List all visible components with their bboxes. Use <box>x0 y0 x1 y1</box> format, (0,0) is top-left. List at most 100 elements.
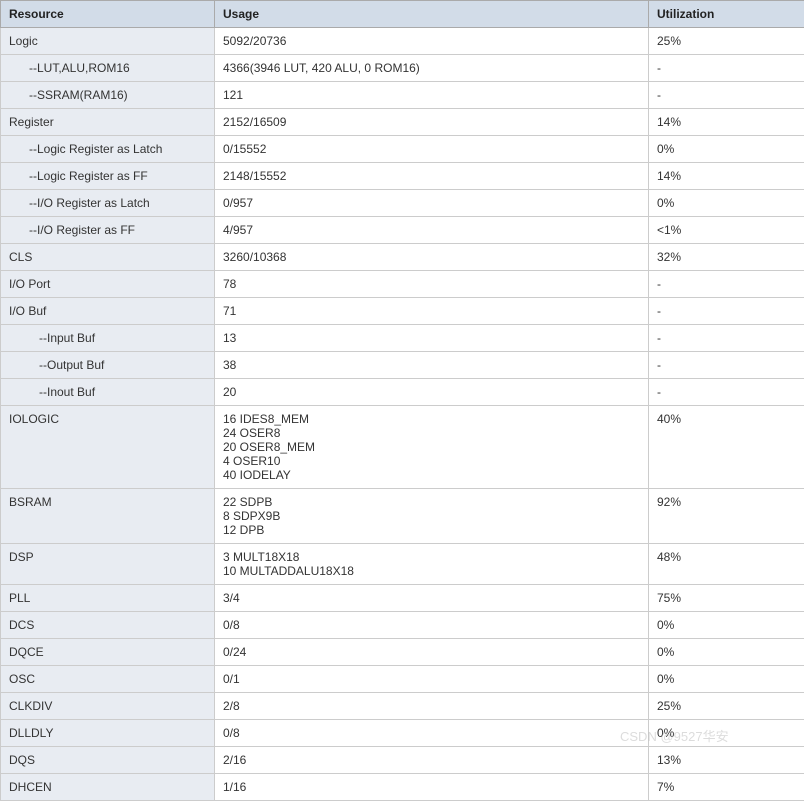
table-row: --I/O Register as Latch0/9570% <box>1 190 804 217</box>
resource-label: DLLDLY <box>9 726 53 740</box>
cell-resource: Logic <box>1 28 215 55</box>
cell-utilization: - <box>649 352 804 379</box>
cell-resource: DQCE <box>1 639 215 666</box>
table-body: Logic5092/2073625%--LUT,ALU,ROM164366(39… <box>1 28 804 801</box>
table-row: --Input Buf13- <box>1 325 804 352</box>
cell-utilization: 48% <box>649 544 804 585</box>
cell-usage: 38 <box>215 352 649 379</box>
header-usage: Usage <box>215 1 649 28</box>
cell-usage: 2148/15552 <box>215 163 649 190</box>
cell-usage: 20 <box>215 379 649 406</box>
table-row: DHCEN1/167% <box>1 774 804 801</box>
cell-resource: CLS <box>1 244 215 271</box>
cell-utilization: 75% <box>649 585 804 612</box>
cell-utilization: 7% <box>649 774 804 801</box>
resource-label: DSP <box>9 550 34 564</box>
cell-resource: DQS <box>1 747 215 774</box>
table-row: PLL3/475% <box>1 585 804 612</box>
resource-label: --Input Buf <box>9 331 95 345</box>
cell-usage: 0/1 <box>215 666 649 693</box>
cell-utilization: 25% <box>649 28 804 55</box>
cell-resource: --I/O Register as Latch <box>1 190 215 217</box>
cell-utilization: 0% <box>649 190 804 217</box>
resource-label: --SSRAM(RAM16) <box>9 88 128 102</box>
cell-usage: 5092/20736 <box>215 28 649 55</box>
cell-resource: --Inout Buf <box>1 379 215 406</box>
cell-utilization: 40% <box>649 406 804 489</box>
cell-usage: 3 MULT18X1810 MULTADDALU18X18 <box>215 544 649 585</box>
cell-utilization: 0% <box>649 720 804 747</box>
resource-label: --Inout Buf <box>9 385 95 399</box>
cell-usage: 0/957 <box>215 190 649 217</box>
table-row: --LUT,ALU,ROM164366(3946 LUT, 420 ALU, 0… <box>1 55 804 82</box>
cell-usage: 78 <box>215 271 649 298</box>
cell-resource: PLL <box>1 585 215 612</box>
cell-usage: 16 IDES8_MEM24 OSER820 OSER8_MEM4 OSER10… <box>215 406 649 489</box>
cell-utilization: 92% <box>649 489 804 544</box>
cell-utilization: 25% <box>649 693 804 720</box>
resource-label: IOLOGIC <box>9 412 59 426</box>
cell-usage: 2/16 <box>215 747 649 774</box>
resource-label: --Logic Register as Latch <box>9 142 162 156</box>
cell-usage: 13 <box>215 325 649 352</box>
cell-usage: 0/15552 <box>215 136 649 163</box>
table-row: BSRAM22 SDPB8 SDPX9B12 DPB92% <box>1 489 804 544</box>
cell-resource: IOLOGIC <box>1 406 215 489</box>
cell-usage: 0/8 <box>215 612 649 639</box>
cell-resource: DSP <box>1 544 215 585</box>
cell-resource: --SSRAM(RAM16) <box>1 82 215 109</box>
header-resource: Resource <box>1 1 215 28</box>
resource-label: --Logic Register as FF <box>9 169 148 183</box>
cell-utilization: - <box>649 271 804 298</box>
resource-utilization-table: Resource Usage Utilization Logic 5092/207… <box>0 0 804 801</box>
cell-resource: OSC <box>1 666 215 693</box>
table-row: DQS2/1613% <box>1 747 804 774</box>
table-row: Logic 5092/2073625% <box>1 28 804 55</box>
table-row: --Output Buf 38- <box>1 352 804 379</box>
cell-utilization: 13% <box>649 747 804 774</box>
cell-resource: DHCEN <box>1 774 215 801</box>
cell-usage: 4/957 <box>215 217 649 244</box>
cell-resource: --Logic Register as Latch <box>1 136 215 163</box>
cell-utilization: 0% <box>649 666 804 693</box>
table-row: I/O Port 78- <box>1 271 804 298</box>
cell-utilization: 32% <box>649 244 804 271</box>
cell-resource: BSRAM <box>1 489 215 544</box>
table-row: --SSRAM(RAM16)121- <box>1 82 804 109</box>
resource-label: I/O Port <box>9 277 50 291</box>
resource-label: CLS <box>9 250 32 264</box>
cell-resource: I/O Buf <box>1 298 215 325</box>
table-row: Register2152/1650914% <box>1 109 804 136</box>
table-row: --Inout Buf20- <box>1 379 804 406</box>
cell-usage: 2/8 <box>215 693 649 720</box>
cell-utilization: - <box>649 55 804 82</box>
resource-label: DQCE <box>9 645 44 659</box>
table-row: --Logic Register as FF 2148/1555214% <box>1 163 804 190</box>
resource-label: OSC <box>9 672 35 686</box>
cell-resource: DLLDLY <box>1 720 215 747</box>
resource-label: Logic <box>9 34 38 48</box>
cell-utilization: 0% <box>649 639 804 666</box>
table-row: --I/O Register as FF4/957<1% <box>1 217 804 244</box>
cell-usage: 71 <box>215 298 649 325</box>
cell-resource: --I/O Register as FF <box>1 217 215 244</box>
table-row: DQCE 0/240% <box>1 639 804 666</box>
cell-utilization: 0% <box>649 612 804 639</box>
resource-label: DHCEN <box>9 780 52 794</box>
header-utilization: Utilization <box>649 1 804 28</box>
cell-utilization: - <box>649 82 804 109</box>
table-header-row: Resource Usage Utilization <box>1 1 804 28</box>
resource-label: --Output Buf <box>9 358 104 372</box>
table-row: DCS0/80% <box>1 612 804 639</box>
table-row: CLS3260/1036832% <box>1 244 804 271</box>
table-row: DLLDLY0/80% <box>1 720 804 747</box>
table-row: CLKDIV2/825% <box>1 693 804 720</box>
cell-usage: 0/24 <box>215 639 649 666</box>
resource-label: BSRAM <box>9 495 52 509</box>
resource-label: I/O Buf <box>9 304 46 318</box>
cell-resource: --Input Buf <box>1 325 215 352</box>
cell-utilization: - <box>649 298 804 325</box>
resource-label: Register <box>9 115 54 129</box>
cell-utilization: 14% <box>649 163 804 190</box>
cell-usage: 2152/16509 <box>215 109 649 136</box>
